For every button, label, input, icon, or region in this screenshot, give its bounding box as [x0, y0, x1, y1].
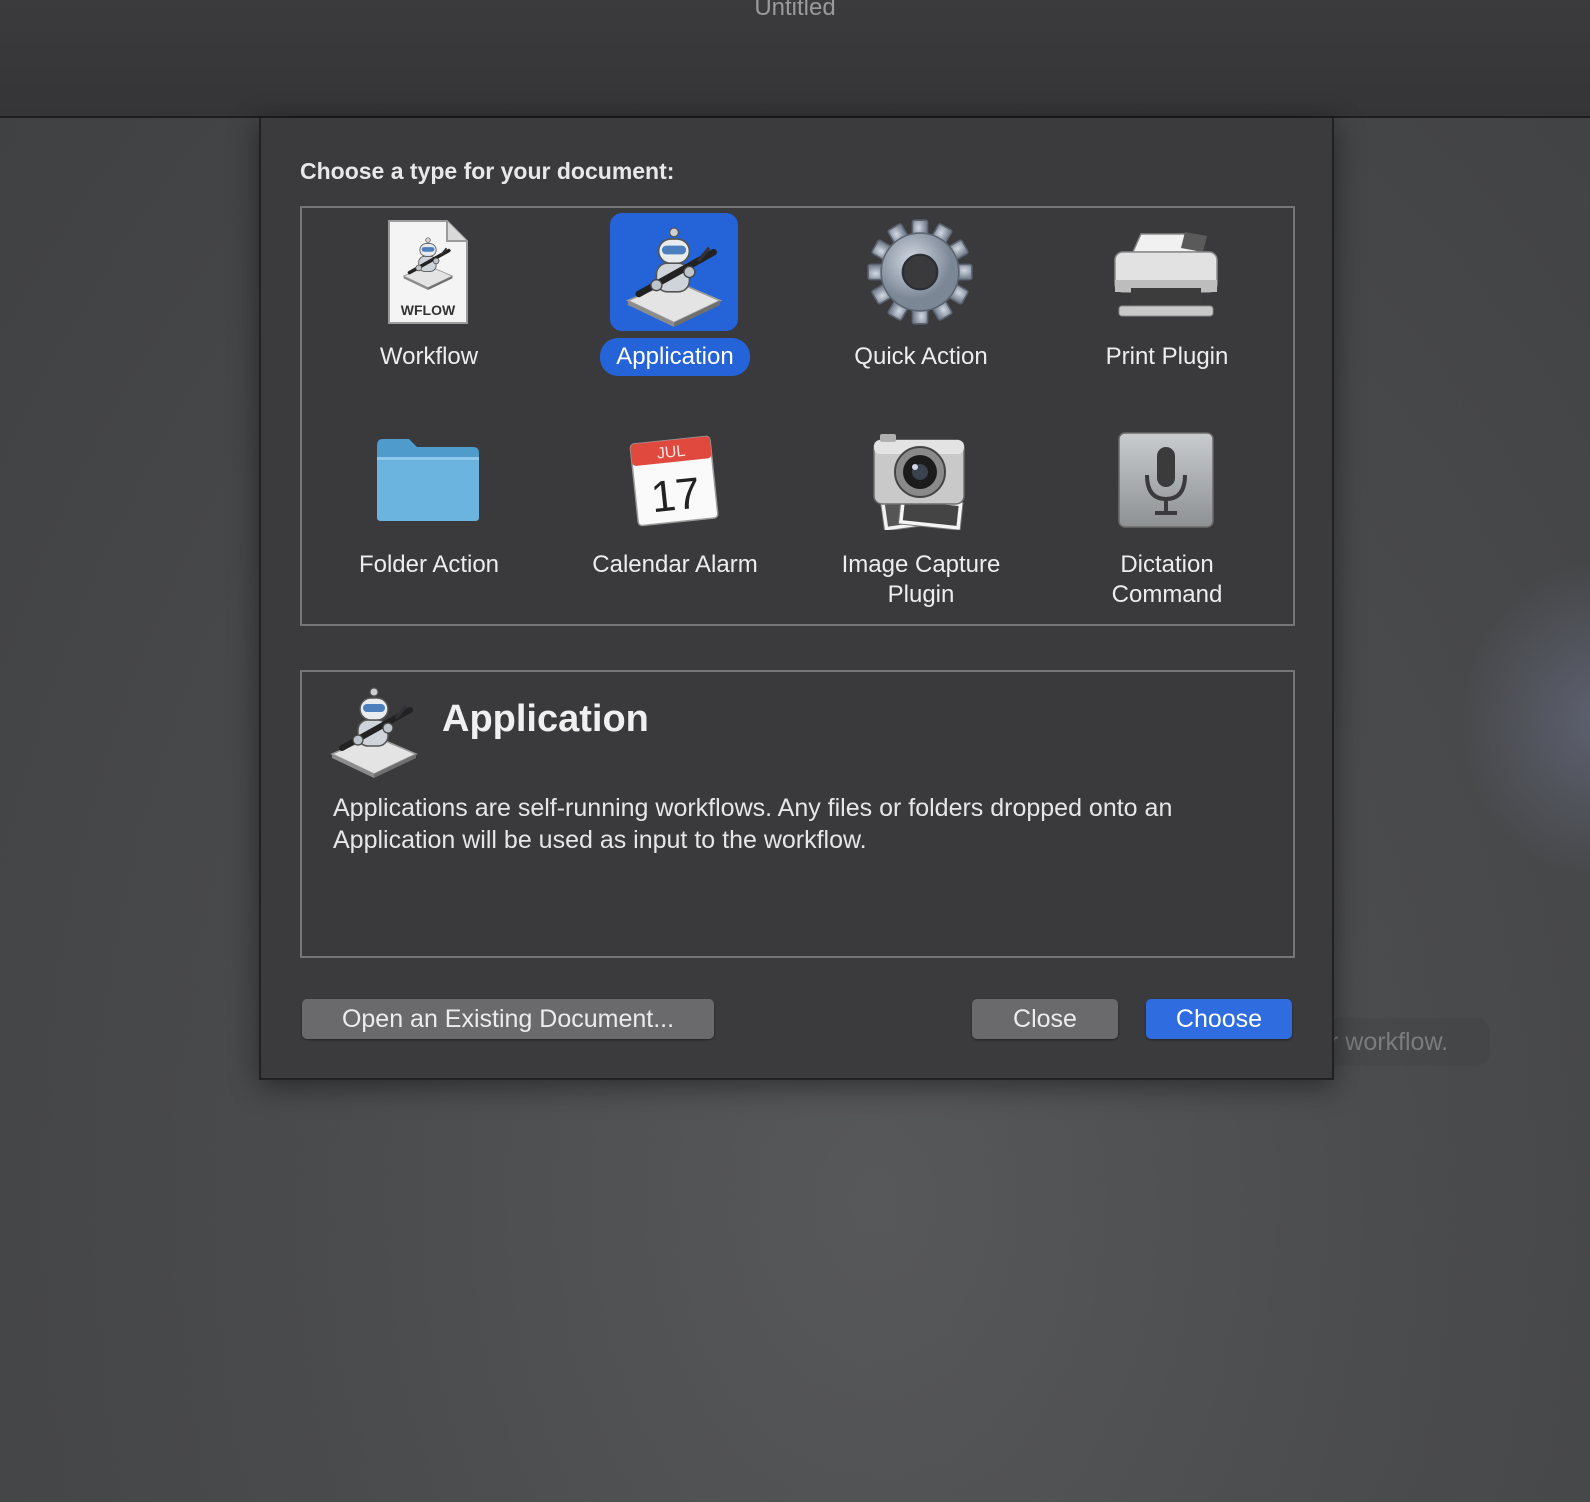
description-text: Applications are self-running workflows.… [333, 794, 1173, 854]
type-label: Print Plugin [1105, 343, 1229, 370]
type-item-image-capture-plugin[interactable]: Image Capture Plugin [798, 418, 1044, 618]
background-glow [1460, 560, 1590, 880]
type-item-workflow[interactable]: WFLOW Workflow [306, 210, 552, 410]
type-item-application[interactable]: Application [552, 210, 798, 410]
gear-icon [856, 213, 984, 331]
svg-text:JUL: JUL [656, 443, 686, 463]
type-label: Application [552, 338, 798, 376]
type-label: Dictation Command [1111, 551, 1223, 608]
type-label: Folder Action [358, 551, 500, 578]
folder-icon [364, 421, 492, 539]
camera-icon [856, 421, 984, 539]
choose-button[interactable]: Choose [1146, 999, 1292, 1039]
type-label: Quick Action [854, 343, 988, 370]
description-title: Application [442, 698, 649, 740]
svg-text:WFLOW: WFLOW [401, 302, 456, 318]
automator-robot-icon [324, 678, 424, 778]
type-item-calendar-alarm[interactable]: JUL 17 Calendar Alarm [552, 418, 798, 618]
type-label: Image Capture Plugin [841, 551, 1001, 608]
automator-robot-icon [610, 213, 738, 331]
window-titlebar: Untitled [0, 0, 1590, 118]
type-label: Workflow [379, 343, 479, 370]
microphone-icon [1102, 421, 1230, 539]
printer-icon [1102, 213, 1230, 331]
type-label: Calendar Alarm [592, 551, 758, 578]
close-button[interactable]: Close [972, 999, 1118, 1039]
open-existing-document-button[interactable]: Open an Existing Document... [302, 999, 714, 1039]
window-title: Untitled [754, 0, 836, 21]
calendar-icon: JUL 17 [610, 421, 738, 539]
sheet-prompt: Choose a type for your document: [300, 158, 675, 184]
workflow-file-icon: WFLOW [364, 213, 492, 331]
type-description-panel: Application Applications are self-runnin… [300, 670, 1295, 958]
type-item-folder-action[interactable]: Folder Action [306, 418, 552, 618]
type-item-quick-action[interactable]: Quick Action [798, 210, 1044, 410]
document-type-grid: WFLOW Workflow Application Quick Action … [300, 206, 1295, 626]
type-item-dictation-command[interactable]: Dictation Command [1044, 418, 1290, 618]
type-item-print-plugin[interactable]: Print Plugin [1044, 210, 1290, 410]
svg-text:17: 17 [649, 468, 703, 522]
